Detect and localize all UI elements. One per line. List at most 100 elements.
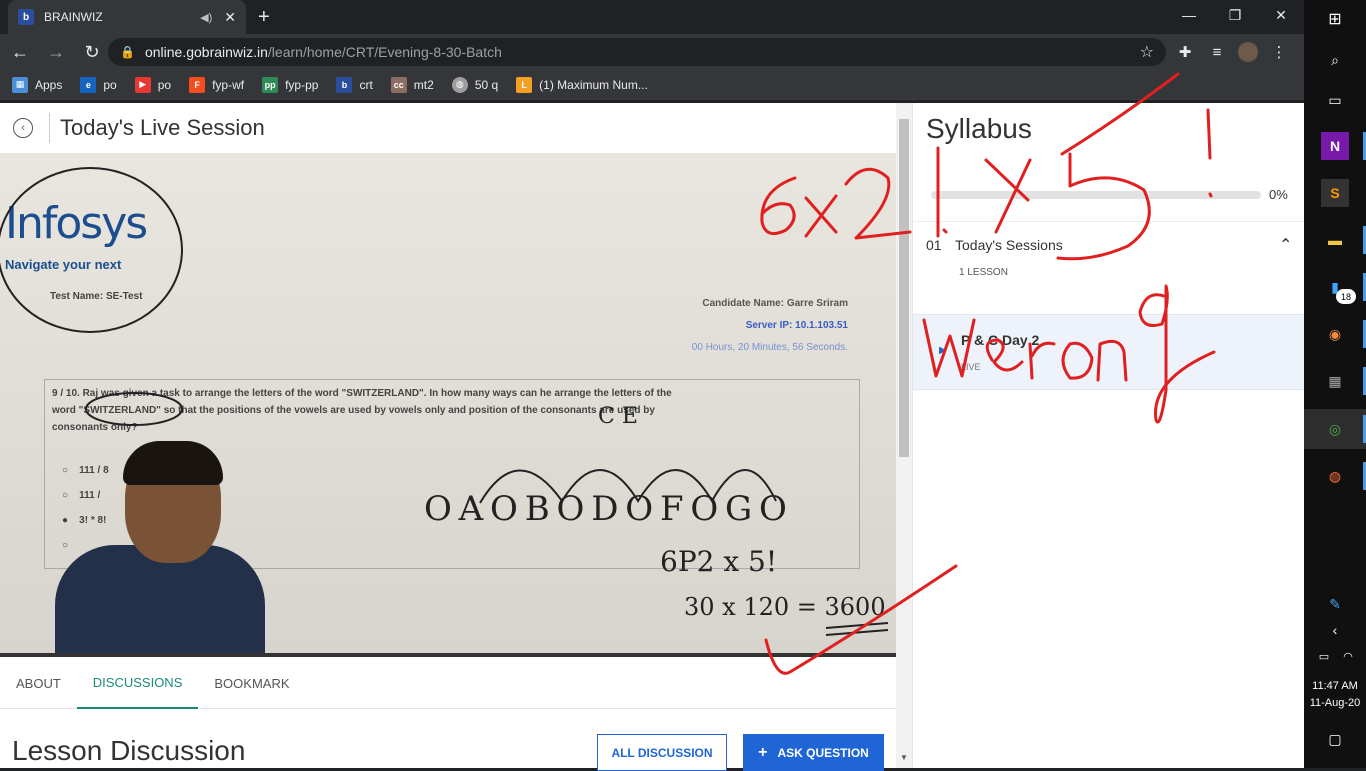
- svg-text:C E: C E: [598, 404, 638, 429]
- page-header: ‹ Today's Live Session: [0, 103, 896, 153]
- globe-icon: ◍: [451, 76, 468, 93]
- url-path: /learn/home/CRT/Evening-8-30-Batch: [267, 44, 502, 60]
- bookmarks-bar: ▦ Apps e po ▶ po Ffyp-wf pp fyp-pp b crt cc mt…: [0, 70, 1304, 100]
- calculator-icon[interactable]: ▦: [1321, 367, 1349, 395]
- tab-bookmark[interactable]: BOOKMARK: [198, 657, 305, 709]
- bookmark-po-2[interactable]: ▶ po: [134, 76, 172, 93]
- section-title[interactable]: Today's Sessions: [955, 237, 1063, 253]
- progress-percent: 0%: [1269, 187, 1288, 202]
- content-tabs: ABOUT DISCUSSIONS BOOKMARK: [0, 657, 896, 709]
- onenote-icon[interactable]: N: [1321, 132, 1349, 160]
- progress-bar: [931, 191, 1261, 199]
- bookmark-label: fyp-wf: [212, 77, 245, 92]
- figma-icon: F: [189, 76, 206, 93]
- mute-tab-icon[interactable]: ◀): [200, 11, 212, 24]
- forward-arrow-icon[interactable]: →: [40, 36, 72, 68]
- wifi-icon[interactable]: ◠: [1334, 642, 1362, 670]
- bookmark-maximum-num[interactable]: L (1) Maximum Num...: [516, 76, 648, 93]
- lesson-item[interactable]: ▶ P & C Day 2 LIVE: [913, 314, 1305, 390]
- chrome-icon[interactable]: ◎: [1321, 415, 1349, 443]
- ink-workspace-icon[interactable]: ✎: [1321, 590, 1349, 618]
- file-explorer-icon[interactable]: ▬: [1321, 226, 1349, 254]
- bookmark-label: po: [103, 77, 117, 92]
- chevron-left-icon[interactable]: ‹: [1321, 616, 1349, 644]
- task-view-icon[interactable]: ▭: [1321, 86, 1349, 114]
- sublime-text-icon[interactable]: S: [1321, 179, 1349, 207]
- live-video-player[interactable]: Infosys Navigate your next Test Name: SE…: [0, 153, 896, 657]
- clock-time[interactable]: 11:47 AM: [1304, 680, 1366, 692]
- new-tab-button[interactable]: +: [258, 6, 270, 29]
- bookmark-label: crt: [359, 77, 373, 92]
- bookmark-50q[interactable]: ◍ 50 q: [451, 76, 499, 93]
- brainwiz-bookmark-icon: b: [336, 76, 353, 93]
- handwriting-arcs: C E: [0, 167, 889, 636]
- minimize-button[interactable]: —: [1166, 0, 1212, 30]
- brainwiz-favicon-icon: b: [18, 9, 34, 25]
- bookmark-label: (1) Maximum Num...: [539, 77, 648, 92]
- toolbar-actions: ✚ ≡ ⋮: [1174, 38, 1290, 66]
- bookmark-label: po: [157, 77, 172, 92]
- page-title: Today's Live Session: [60, 115, 265, 140]
- extensions-icon[interactable]: ✚: [1174, 38, 1196, 66]
- close-window-button[interactable]: ✕: [1258, 0, 1304, 30]
- tab-title: BRAINWIZ: [44, 10, 103, 24]
- tab-discussions[interactable]: DISCUSSIONS: [76, 657, 199, 709]
- back-circle-icon[interactable]: ‹: [13, 118, 33, 138]
- page-scrollbar[interactable]: ▼: [896, 103, 912, 768]
- bookmark-crt[interactable]: b crt: [336, 76, 373, 93]
- notification-center-icon[interactable]: ▢: [1321, 725, 1349, 753]
- header-divider: [49, 113, 50, 143]
- po-favicon-icon: e: [80, 76, 97, 93]
- page-content: ‹ Today's Live Session Infosys Navigate …: [0, 103, 1305, 771]
- syllabus-panel: Syllabus 0% 01 Today's Sessions ⌃ 1 LESS…: [912, 103, 1305, 768]
- url-host: online.gobrainwiz.in: [144, 44, 268, 60]
- search-icon[interactable]: ⌕: [1321, 46, 1349, 74]
- lesson-discussion-title: Lesson Discussion: [12, 735, 246, 766]
- windows-taskbar: ⊞ ⌕ ▭ N S ▬ ▮ ◉ ▦ ◎ ◍ ✎ ‹ ▭ ◠ 11:47 AM 1…: [1304, 0, 1366, 768]
- back-arrow-icon[interactable]: ←: [4, 36, 36, 68]
- bookmark-po-1[interactable]: e po: [80, 76, 117, 93]
- media-control-icon[interactable]: ≡: [1206, 38, 1228, 66]
- plus-icon: +: [758, 743, 768, 761]
- lesson-status: LIVE: [961, 362, 981, 372]
- reload-icon[interactable]: ↻: [76, 36, 108, 68]
- ask-question-button[interactable]: + ASK QUESTION: [743, 734, 884, 771]
- pp-favicon-icon: pp: [262, 76, 279, 93]
- profile-avatar[interactable]: [1238, 42, 1258, 62]
- main-pane: ‹ Today's Live Session Infosys Navigate …: [0, 103, 912, 771]
- bookmark-label: fyp-pp: [285, 77, 319, 92]
- browser-toolbar: ← → ↻ 🔒 online.gobrainwiz.in/learn/home/…: [0, 34, 1304, 70]
- firefox-icon[interactable]: ◍: [1321, 462, 1349, 490]
- syllabus-title: Syllabus: [926, 113, 1032, 144]
- section-number: 01: [926, 237, 942, 253]
- media-player-icon[interactable]: ◉: [1321, 320, 1349, 348]
- bookmark-fyp-wf[interactable]: Ffyp-wf: [189, 76, 245, 93]
- cc-favicon-icon: cc: [390, 76, 407, 93]
- apps-grid-icon: ▦: [12, 76, 28, 93]
- clock-date[interactable]: 11-Aug-20: [1304, 697, 1366, 709]
- bookmark-label: Apps: [35, 77, 63, 92]
- scroll-thumb[interactable]: [899, 119, 909, 457]
- all-discussion-button[interactable]: ALL DISCUSSION: [597, 734, 727, 771]
- close-tab-icon[interactable]: ✕: [224, 9, 236, 26]
- bookmark-fyp-pp[interactable]: pp fyp-pp: [262, 76, 319, 93]
- chevron-up-icon[interactable]: ⌃: [1279, 235, 1292, 255]
- lock-icon[interactable]: 🔒: [120, 45, 135, 59]
- bookmark-star-icon[interactable]: ☆: [1140, 42, 1154, 62]
- divider: [913, 221, 1305, 222]
- browser-tab[interactable]: b BRAINWIZ ◀) ✕: [8, 0, 246, 34]
- ask-question-label: ASK QUESTION: [777, 745, 869, 760]
- bookmark-label: 50 q: [474, 77, 499, 92]
- tab-strip: b BRAINWIZ ◀) ✕ + — ❐ ✕: [0, 0, 1304, 34]
- scroll-down-arrow-icon[interactable]: ▼: [900, 753, 908, 762]
- notification-badge: 18: [1336, 289, 1356, 304]
- youtube-icon: ▶: [134, 76, 151, 93]
- menu-kebab-icon[interactable]: ⋮: [1268, 38, 1290, 66]
- address-bar[interactable]: 🔒 online.gobrainwiz.in/learn/home/CRT/Ev…: [108, 38, 1166, 66]
- tab-about[interactable]: ABOUT: [0, 657, 77, 709]
- bookmark-mt2[interactable]: cc mt2: [390, 76, 434, 93]
- restore-button[interactable]: ❐: [1212, 0, 1258, 30]
- bookmark-apps[interactable]: ▦ Apps: [12, 76, 63, 93]
- window-controls: — ❐ ✕: [1166, 0, 1304, 30]
- windows-start-icon[interactable]: ⊞: [1321, 5, 1349, 33]
